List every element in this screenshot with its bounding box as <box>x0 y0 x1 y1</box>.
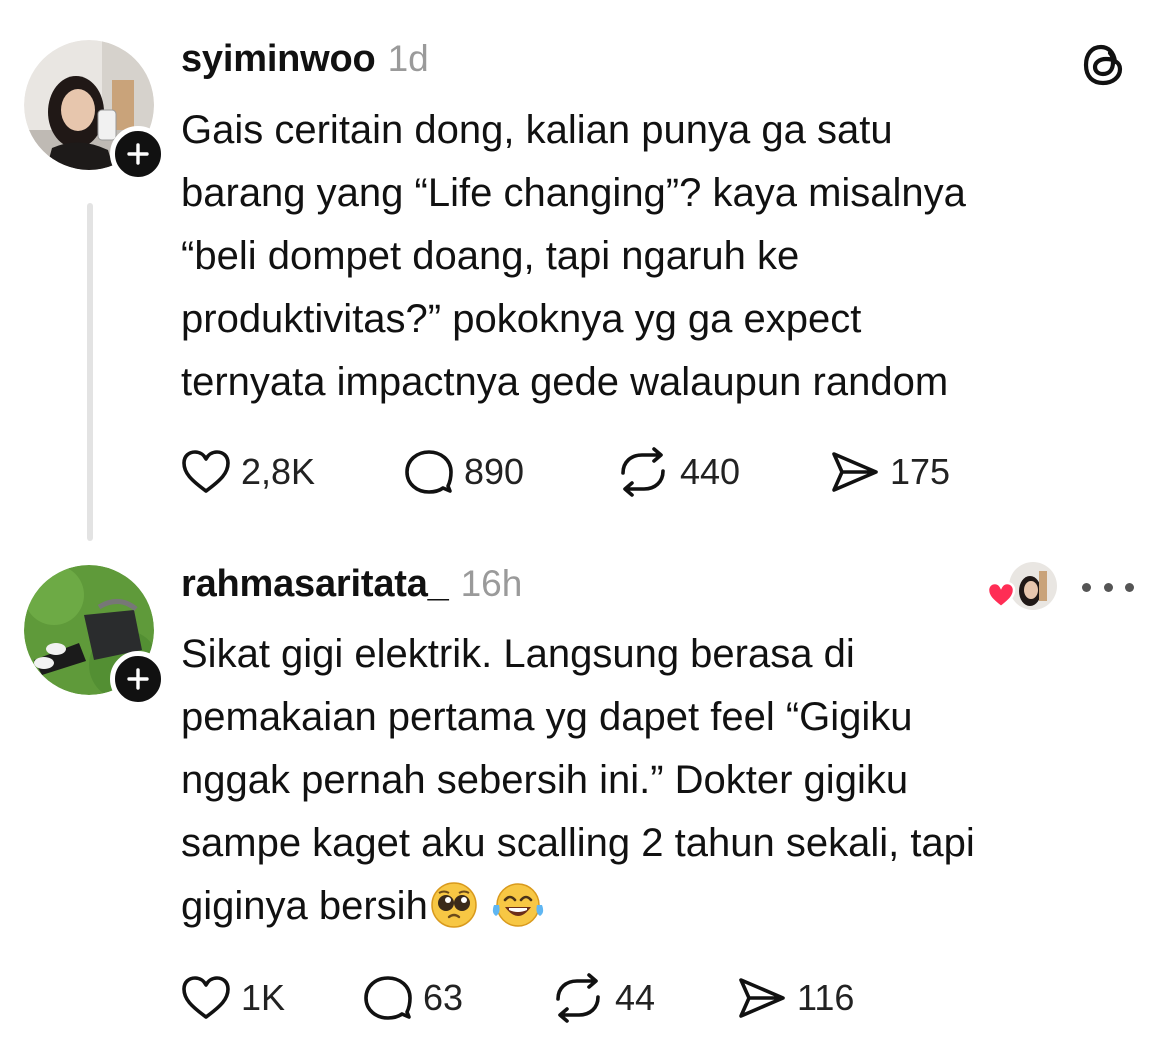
share-button[interactable]: 116 <box>737 976 854 1020</box>
post-text: Sikat gigi elektrik. Langsung berasa di … <box>181 623 1121 938</box>
reply-button[interactable]: 63 <box>363 974 551 1022</box>
repost-icon <box>556 973 600 1023</box>
heart-icon <box>182 976 230 1019</box>
timestamp: 16h <box>460 563 523 604</box>
plus-icon <box>127 668 149 690</box>
reply-count: 890 <box>464 451 525 492</box>
repost-icon <box>621 447 665 497</box>
tears-of-joy-face-icon <box>492 883 543 927</box>
username[interactable]: rahmasaritata_ <box>181 563 449 606</box>
red-heart-icon <box>986 581 1016 609</box>
share-count: 116 <box>797 977 855 1018</box>
plus-icon <box>127 143 149 165</box>
pleading-face-icon <box>431 882 477 928</box>
post-text: Gais ceritain dong, kalian punya ga satu… <box>181 108 966 404</box>
heart-icon <box>182 450 230 493</box>
more-dots-icon <box>1082 582 1091 592</box>
follow-button[interactable] <box>110 651 166 707</box>
repost-count: 44 <box>615 977 656 1018</box>
post-text-content: Sikat gigi elektrik. Langsung berasa di … <box>181 632 975 928</box>
post-actions: 2,8K 890 440 175 <box>181 444 950 500</box>
follow-button[interactable] <box>110 126 166 182</box>
liked-by-author-indicator <box>986 561 1058 611</box>
post-actions: 1K 63 44 116 <box>181 970 854 1026</box>
like-count: 1K <box>241 977 286 1018</box>
thread-connector-line <box>87 203 93 541</box>
post-header: rahmasaritata_ 16h <box>181 563 522 611</box>
send-icon <box>832 452 878 492</box>
post-original: syiminwoo 1d Gais ceritain dong, kalian … <box>0 0 1170 545</box>
username[interactable]: syiminwoo <box>181 38 376 81</box>
comment-bubble-icon <box>405 450 453 494</box>
reply-button[interactable]: 890 <box>404 448 616 496</box>
repost-button[interactable]: 440 <box>616 447 830 497</box>
post-header: syiminwoo 1d <box>181 38 429 86</box>
like-count: 2,8K <box>241 451 316 492</box>
like-button[interactable]: 2,8K <box>181 449 404 495</box>
repost-count: 440 <box>680 451 741 492</box>
like-button[interactable]: 1K <box>181 975 363 1021</box>
author-avatar-container <box>24 40 166 182</box>
reply-count: 63 <box>423 977 464 1018</box>
repost-button[interactable]: 44 <box>551 973 737 1023</box>
threads-logo-icon <box>1083 44 1123 86</box>
author-avatar-container <box>24 565 166 707</box>
share-button[interactable]: 175 <box>830 450 950 494</box>
post-reply: rahmasaritata_ 16h Sikat gigi elektrik. … <box>0 545 1170 1059</box>
timestamp: 1d <box>387 38 429 79</box>
share-count: 175 <box>890 451 951 492</box>
comment-bubble-icon <box>364 976 412 1020</box>
send-icon <box>739 978 785 1018</box>
more-options-button[interactable] <box>1082 575 1134 599</box>
